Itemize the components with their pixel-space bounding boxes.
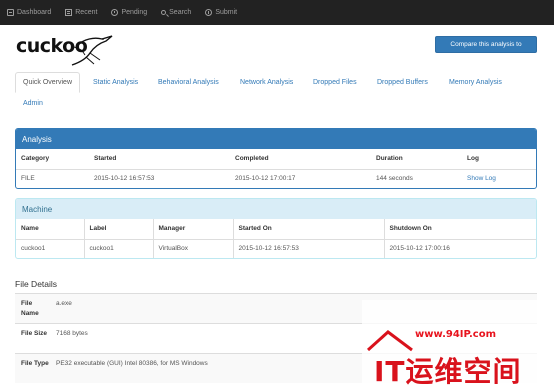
clock-icon	[111, 9, 119, 16]
tab-quick-overview[interactable]: Quick Overview	[15, 72, 81, 93]
file-details-heading: File Details	[15, 279, 58, 289]
manager-cell: VirtualBox	[153, 239, 234, 258]
file-type-key: File Type	[21, 360, 49, 367]
started-on-cell: 2015-10-12 16:57:53	[233, 239, 385, 258]
tab-dropped-files[interactable]: Dropped Files	[313, 79, 357, 86]
shutdown-on-cell: 2015-10-12 17:00:16	[389, 245, 450, 253]
file-name-value: a.exe	[56, 300, 72, 307]
analysis-panel: Analysis Category Started Completed Dura…	[15, 128, 537, 189]
compare-analysis-button[interactable]: Compare this analysis to	[435, 36, 537, 53]
watermark-url: www.94IP.com	[415, 329, 497, 340]
name-cell: cuckoo1	[16, 239, 85, 258]
tab-static-analysis[interactable]: Static Analysis	[93, 79, 138, 86]
nav-submit-label: Submit	[215, 9, 238, 16]
col-shutdown-on: Shutdown On	[384, 219, 536, 240]
tab-network-analysis[interactable]: Network Analysis	[240, 79, 293, 86]
nav-dashboard-label: Dashboard	[17, 9, 52, 16]
file-size-value: 7168 bytes	[56, 330, 88, 337]
tab-behavioral-analysis[interactable]: Behavioral Analysis	[158, 79, 219, 86]
nav-dashboard[interactable]: Dashboard	[7, 9, 51, 16]
tab-dropped-buffers[interactable]: Dropped Buffers	[377, 79, 428, 86]
nav-submit[interactable]: Submit	[205, 9, 237, 16]
watermark-text: IT运维空间	[374, 355, 522, 388]
file-size-key: File Size	[21, 330, 48, 337]
file-type-value: PE32 executable (GUI) Intel 80386, for M…	[56, 360, 208, 367]
col-label: Label	[84, 219, 154, 240]
tab-admin[interactable]: Admin	[23, 100, 43, 107]
nav-search[interactable]: Search	[161, 9, 191, 16]
bird-logo-icon	[71, 35, 113, 66]
file-name-key: File Name	[21, 300, 39, 317]
col-manager: Manager	[153, 219, 234, 240]
col-log: Log	[462, 149, 536, 170]
col-started-on: Started On	[233, 219, 385, 240]
table-row: FILE 2015-10-12 16:57:53 2015-10-12 17:0…	[16, 169, 536, 188]
col-started: Started	[89, 149, 230, 170]
machine-panel: Machine Name Label Manager Started On Sh…	[15, 198, 537, 259]
started-cell: 2015-10-12 16:57:53	[94, 175, 155, 183]
machine-table: Name Label Manager Started On Shutdown O…	[16, 219, 536, 258]
col-completed: Completed	[230, 149, 371, 170]
cuckoo-logo[interactable]: cuckoo	[16, 33, 116, 67]
col-name: Name	[16, 219, 85, 240]
nav-pending[interactable]: Pending	[111, 9, 147, 16]
nav-search-label: Search	[169, 9, 192, 16]
upload-icon	[205, 9, 213, 16]
nav-recent-label: Recent	[75, 9, 98, 16]
machine-panel-title: Machine	[16, 199, 536, 219]
analysis-tabs: Quick Overview Static Analysis Behaviora…	[15, 72, 545, 114]
table-header-row: Category Started Completed Duration Log	[16, 149, 536, 170]
table-header-row: Name Label Manager Started On Shutdown O…	[16, 219, 536, 240]
list-icon	[65, 9, 73, 16]
table-row: cuckoo1 cuckoo1 VirtualBox 2015-10-12 16…	[16, 239, 536, 258]
watermark-logo-icon	[366, 330, 413, 352]
col-category: Category	[16, 149, 89, 170]
nav-recent[interactable]: Recent	[65, 9, 97, 16]
analysis-table: Category Started Completed Duration Log …	[16, 149, 536, 188]
completed-cell: 2015-10-12 17:00:17	[235, 175, 296, 183]
col-duration: Duration	[371, 149, 462, 170]
analysis-panel-title: Analysis	[16, 129, 536, 149]
show-log-link[interactable]: Show Log	[462, 169, 536, 188]
search-icon	[161, 10, 167, 15]
duration-cell: 144 seconds	[376, 175, 413, 183]
top-navbar: Dashboard Recent Pending Search Submit	[0, 0, 554, 25]
category-cell: FILE	[21, 175, 35, 183]
tab-memory-analysis[interactable]: Memory Analysis	[449, 79, 502, 86]
dashboard-icon	[7, 9, 14, 16]
label-cell: cuckoo1	[84, 239, 154, 258]
nav-pending-label: Pending	[121, 9, 148, 16]
